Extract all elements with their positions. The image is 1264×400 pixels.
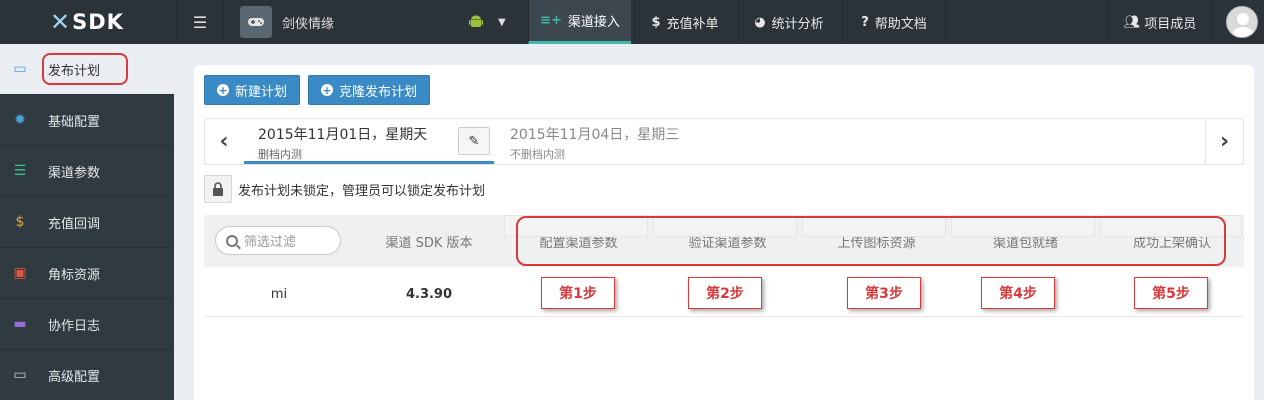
game-name: 剑侠情缘 bbox=[282, 16, 335, 32]
user-avatar[interactable] bbox=[1226, 6, 1258, 38]
lock-icon[interactable] bbox=[204, 175, 232, 203]
sidebar-item-advanced-config[interactable]: ▭ 高级配置 bbox=[0, 350, 174, 400]
calendar-icon: ▭ bbox=[13, 61, 27, 77]
image-icon: ▣ bbox=[13, 265, 27, 281]
logo-mark-icon: ✕ bbox=[50, 8, 72, 36]
help-icon: ? bbox=[861, 14, 869, 30]
next-arrow-icon[interactable]: › bbox=[1205, 119, 1243, 164]
step-label-5: 第5步 bbox=[1134, 277, 1208, 309]
sidebar: ▭ 发布计划 ✹ 基础配置 ☰ 渠道参数 $ 充值回调 ▣ 角标资源 ▬ 协作日… bbox=[0, 44, 174, 400]
game-selector[interactable]: 剑侠情缘 bbox=[240, 6, 334, 38]
channel-add-icon: ≡+ bbox=[540, 13, 562, 28]
sidebar-item-badge-resources[interactable]: ▣ 角标资源 bbox=[0, 248, 174, 299]
filter-input[interactable]: 筛选过滤 bbox=[215, 226, 341, 255]
dollar-icon: $ bbox=[651, 14, 661, 30]
date-tab-2[interactable]: 2015年11月04日，星期三 不删档内测 bbox=[496, 119, 756, 164]
gear-icon: ✹ bbox=[14, 112, 26, 128]
nav-channel-access[interactable]: ≡+ 渠道接入 bbox=[528, 0, 631, 44]
sidebar-item-recharge-callback[interactable]: $ 充值回调 bbox=[0, 197, 174, 248]
app-logo[interactable]: ✕ SDK bbox=[0, 0, 174, 44]
list-icon: ☰ bbox=[13, 163, 27, 179]
laptop-icon: ▭ bbox=[13, 367, 27, 383]
sidebar-item-collab-log[interactable]: ▬ 协作日志 bbox=[0, 299, 174, 350]
sidebar-item-channel-params[interactable]: ☰ 渠道参数 bbox=[0, 146, 174, 197]
plus-icon: + bbox=[321, 83, 333, 97]
prev-arrow-icon[interactable]: ‹ bbox=[205, 119, 243, 164]
android-icon bbox=[469, 15, 483, 27]
chat-icon: ▬ bbox=[13, 316, 27, 332]
col-sdk-version: 渠道 SDK 版本 bbox=[385, 235, 473, 251]
nav-recharge[interactable]: $ 充值补单 bbox=[634, 0, 735, 44]
date-tab-1[interactable]: 2015年11月01日，星期天 删档内测 bbox=[244, 119, 494, 164]
lock-status: 发布计划未锁定，管理员可以锁定发布计划 bbox=[204, 175, 485, 203]
project-members-button[interactable]: 👥︎ 项目成员 bbox=[1108, 0, 1212, 44]
annotation-box-steps bbox=[516, 216, 1226, 266]
menu-toggle-button[interactable]: ☰ bbox=[176, 0, 224, 44]
chevron-down-icon: ▼ bbox=[498, 16, 506, 28]
step-label-3: 第3步 bbox=[847, 277, 921, 309]
users-icon: 👥︎ bbox=[1123, 14, 1141, 30]
clone-plan-button[interactable]: + 克隆发布计划 bbox=[308, 75, 431, 105]
search-icon bbox=[226, 234, 238, 247]
step-label-1: 第1步 bbox=[541, 277, 615, 309]
sidebar-item-basic-config[interactable]: ✹ 基础配置 bbox=[0, 95, 174, 146]
edit-pencil-icon[interactable]: ✎ bbox=[458, 127, 490, 155]
step-label-4: 第4步 bbox=[981, 277, 1055, 309]
dollar-icon: $ bbox=[15, 214, 25, 230]
top-navbar: ✕ SDK ☰ 剑侠情缘 ▼ ≡+ 渠道接入 $ 充值补单 ◕ 统计分析 ? 帮助… bbox=[0, 0, 1264, 44]
nav-help-docs[interactable]: ? 帮助文档 bbox=[842, 0, 946, 44]
list-icon: ☰ bbox=[192, 12, 208, 32]
date-selector: ‹ 2015年11月01日，星期天 删档内测 ✎ 2015年11月04日，星期三… bbox=[204, 118, 1244, 165]
platform-selector[interactable]: ▼ bbox=[468, 0, 506, 44]
nav-statistics[interactable]: ◕ 统计分析 bbox=[738, 0, 839, 44]
channel-name: mi bbox=[270, 286, 288, 302]
step-label-2: 第2步 bbox=[688, 277, 762, 309]
annotation-box-sidebar bbox=[42, 53, 128, 85]
sdk-version: 4.3.90 bbox=[405, 286, 453, 302]
pie-chart-icon: ◕ bbox=[754, 14, 766, 30]
gamepad-icon bbox=[240, 6, 272, 38]
plus-icon: + bbox=[217, 83, 229, 97]
new-plan-button[interactable]: + 新建计划 bbox=[204, 75, 301, 105]
